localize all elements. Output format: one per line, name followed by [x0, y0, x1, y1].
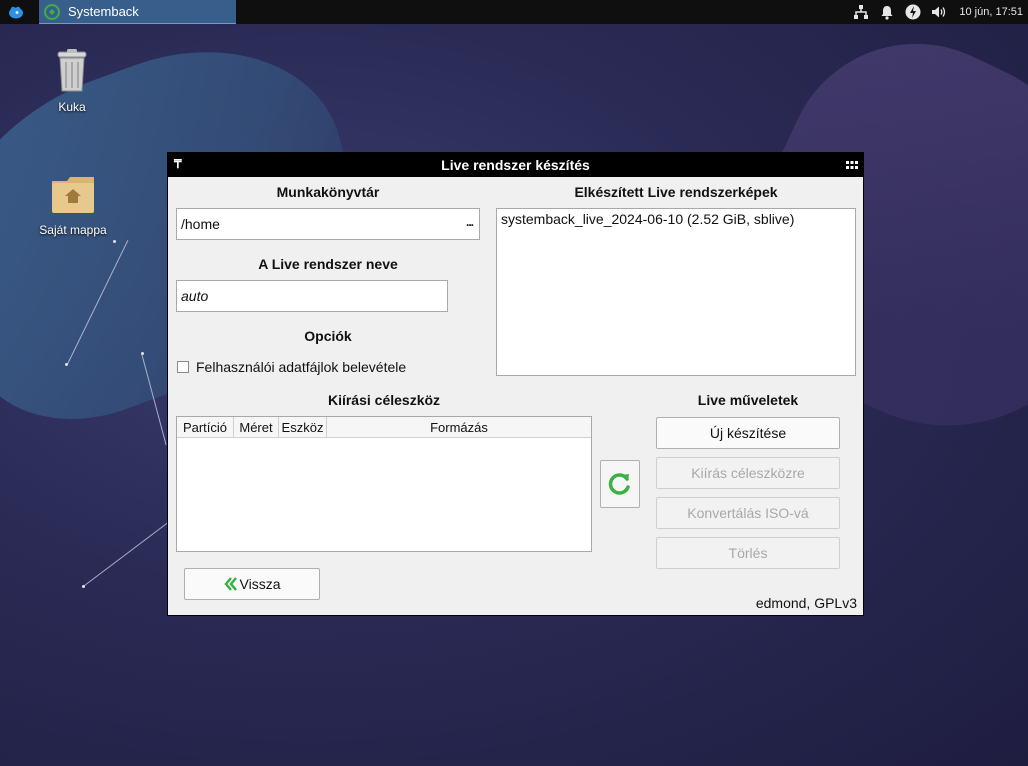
desktop-icon-trash[interactable]: Kuka	[27, 48, 117, 114]
wallpaper-dot	[65, 363, 68, 366]
column-header[interactable]: Méret	[234, 417, 279, 437]
trash-icon	[57, 49, 87, 92]
network-icon[interactable]	[853, 4, 869, 20]
workdir-title: Munkakönyvtár	[276, 184, 380, 200]
refresh-button[interactable]	[600, 460, 640, 508]
window-titlebar[interactable]: ₸ Live rendszer készítés	[168, 153, 863, 177]
systemback-window: ₸ Live rendszer készítés Munkakönyvtár /…	[167, 152, 864, 616]
back-button-label: Vissza	[239, 576, 281, 592]
systemback-icon	[44, 3, 60, 20]
column-header[interactable]: Partíció	[177, 417, 234, 437]
include-userdata-label: Felhasználói adatfájlok belevétele	[196, 359, 407, 375]
desktop-icon-label: Saját mappa	[39, 223, 107, 237]
clock[interactable]: 10 jún, 17:51	[959, 6, 1023, 18]
write-to-device-button[interactable]: Kiírás céleszközre	[656, 457, 840, 489]
top-panel: Systemback 10 jún, 17:51	[0, 0, 1028, 24]
live-name-value: auto	[181, 288, 209, 304]
desktop-icon-home[interactable]: Saját mappa	[28, 175, 118, 237]
browse-button[interactable]: ...	[466, 215, 474, 229]
volume-icon[interactable]	[931, 4, 947, 20]
window-title: Live rendszer készítés	[441, 157, 590, 173]
list-item[interactable]: systemback_live_2024-06-10 (2.52 GiB, sb…	[497, 209, 855, 229]
xfce-mouse-icon	[9, 6, 23, 19]
back-button[interactable]: Vissza	[184, 568, 320, 600]
wallpaper-dot	[113, 240, 116, 243]
pin-icon[interactable]: ₸	[174, 157, 182, 171]
applications-menu-button[interactable]	[6, 3, 26, 21]
workdir-input[interactable]: /home ...	[176, 208, 480, 240]
create-new-button[interactable]: Új készítése	[656, 417, 840, 449]
include-userdata-checkbox[interactable]	[177, 361, 189, 373]
options-title: Opciók	[304, 328, 352, 344]
wallpaper-line	[83, 521, 170, 587]
workdir-value: /home	[181, 216, 220, 232]
column-header[interactable]: Formázás	[327, 417, 591, 437]
include-userdata-option[interactable]: Felhasználói adatfájlok belevétele	[177, 359, 406, 375]
images-title: Elkészített Live rendszerképek	[574, 184, 778, 200]
wallpaper-dot	[141, 352, 144, 355]
author-license-label: edmond, GPLv3	[755, 595, 857, 611]
delete-button[interactable]: Törlés	[656, 537, 840, 569]
system-tray: 10 jún, 17:51	[853, 0, 1028, 24]
double-chevron-left-icon	[223, 577, 237, 591]
column-header[interactable]: Eszköz	[279, 417, 327, 437]
refresh-icon	[608, 473, 630, 495]
taskbar-button-label: Systemback	[68, 4, 139, 19]
operations-title: Live műveletek	[697, 392, 799, 408]
home-folder-icon	[52, 177, 94, 213]
target-title: Kiírási céleszköz	[327, 392, 441, 408]
desktop-icon-label: Kuka	[58, 100, 86, 114]
power-manager-icon[interactable]	[905, 4, 921, 20]
taskbar-button-systemback[interactable]: Systemback	[39, 0, 236, 24]
table-header: Partíció Méret Eszköz Formázás	[177, 417, 591, 438]
convert-iso-button[interactable]: Konvertálás ISO-vá	[656, 497, 840, 529]
window-menu-icon[interactable]	[846, 159, 858, 171]
notification-bell-icon[interactable]	[879, 4, 895, 20]
live-images-list[interactable]: systemback_live_2024-06-10 (2.52 GiB, sb…	[496, 208, 856, 376]
live-name-title: A Live rendszer neve	[258, 256, 398, 272]
wallpaper-dot	[82, 585, 85, 588]
live-name-input[interactable]: auto	[176, 280, 448, 312]
target-device-table[interactable]: Partíció Méret Eszköz Formázás	[176, 416, 592, 552]
